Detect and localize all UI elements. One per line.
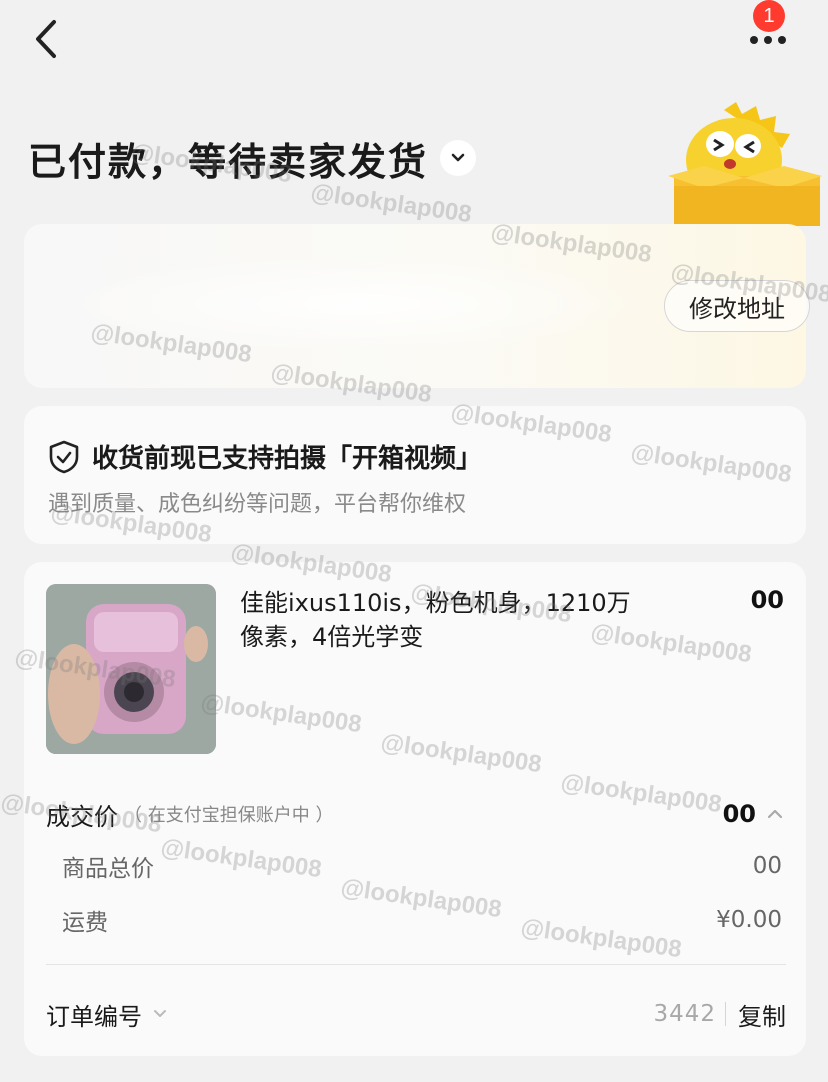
video-subtitle: 遇到质量、成色纠纷等问题，平台帮你维权 (48, 492, 467, 517)
order-number-label: 订单编号 (46, 1002, 142, 1031)
product-price: 00 (750, 586, 784, 614)
order-card: 佳能ixus110is，粉色机身，1210万像素，4倍光学变 00 成交价 （ … (24, 562, 806, 1056)
shipping-label: 运费 (62, 910, 108, 936)
mascot-illustration (668, 102, 822, 226)
page-title: 已付款，等待卖家发货 (28, 139, 429, 184)
notification-badge: 1 (753, 0, 785, 32)
chevron-down-icon[interactable] (150, 1004, 170, 1024)
video-title: 收货前现已支持拍摄「开箱视频」 (92, 444, 483, 474)
deal-price-label: 成交价 (46, 802, 118, 831)
shield-check-icon (49, 440, 79, 473)
subtotal-label: 商品总价 (62, 856, 154, 882)
back-button[interactable] (26, 14, 70, 64)
subtotal-value: 00 (752, 853, 782, 879)
top-bar: 1 (0, 0, 828, 80)
deal-price-row[interactable]: 成交价 （ 在支付宝担保账户中 ） 00 (46, 794, 786, 834)
product-name[interactable]: 佳能ixus110is，粉色机身，1210万像素，4倍光学变 (240, 586, 640, 654)
status-expand-button[interactable] (440, 140, 477, 176)
divider (46, 964, 786, 965)
video-title-row: 收货前现已支持拍摄「开箱视频」 (48, 438, 482, 475)
shipping-row: 运费 ¥0.00 (62, 902, 782, 938)
separator (725, 1002, 726, 1026)
unboxing-video-card[interactable]: 收货前现已支持拍摄「开箱视频」 遇到质量、成色纠纷等问题，平台帮你维权 (24, 406, 806, 544)
order-number-value: 3442 (653, 1001, 716, 1027)
chevron-left-icon (36, 20, 56, 58)
copy-button[interactable]: 复制 (738, 997, 786, 1032)
status-title-row: 已付款，等待卖家发货 (28, 128, 477, 188)
subtotal-row: 商品总价 00 (62, 848, 782, 884)
edit-address-button[interactable]: 修改地址 (664, 280, 810, 332)
shipping-value: ¥0.00 (716, 907, 782, 933)
address-redacted (54, 254, 654, 354)
product-image[interactable] (46, 584, 216, 754)
camera-photo (46, 584, 216, 754)
chevron-up-icon[interactable] (764, 803, 786, 825)
order-number-row: 订单编号 3442 复制 (46, 994, 786, 1034)
chevron-down-icon (451, 153, 465, 162)
deal-price-value: 00 (722, 800, 756, 828)
address-card: 修改地址 (24, 224, 810, 388)
deal-price-hint: （ 在支付宝担保账户中 ） (124, 805, 334, 826)
